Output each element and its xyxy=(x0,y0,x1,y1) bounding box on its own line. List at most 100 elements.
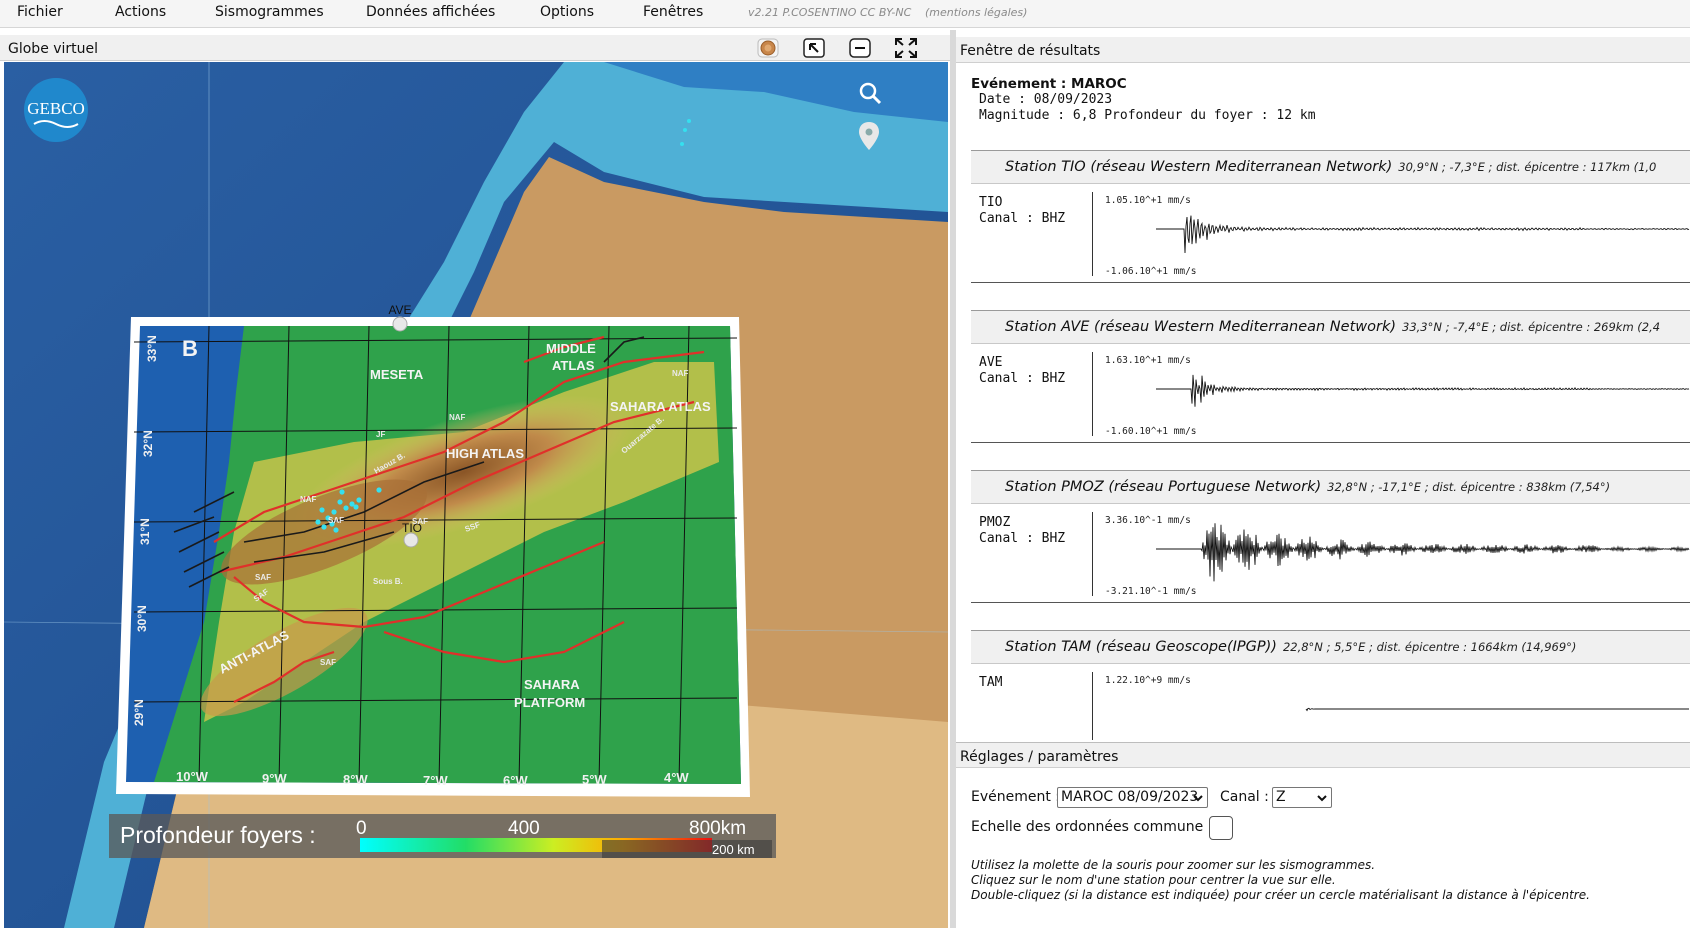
region-middle: MIDDLE xyxy=(546,341,596,356)
station-title-bar[interactable]: Station PMOZ (réseau Portuguese Network)… xyxy=(971,470,1690,504)
help-line: Utilisez la molette de la souris pour zo… xyxy=(971,858,1376,872)
station-code: AVE xyxy=(979,355,1003,370)
virtual-globe[interactable]: GEBCO AVE TIO B MESETA MIDDLE ATLAS SAHA… xyxy=(4,62,948,928)
station-title-bar[interactable]: Station TAM (réseau Geoscope(IPGP)) 22,8°… xyxy=(971,630,1690,664)
legal-link[interactable]: (mentions légales) xyxy=(925,6,1027,19)
menu-sismogrammes[interactable]: Sismogrammes xyxy=(215,4,324,20)
fullscreen-icon[interactable] xyxy=(894,38,918,58)
station-title-bar[interactable]: Station TIO (réseau Western Mediterranea… xyxy=(971,150,1690,184)
region-sahara: SAHARA xyxy=(524,677,580,692)
depth-legend: Profondeur foyers : 0 400 800km 200 km xyxy=(109,814,776,858)
lon-9: 9°W xyxy=(262,771,287,786)
menu-fichier[interactable]: Fichier xyxy=(17,4,63,20)
station-canal: Canal : BHZ xyxy=(979,371,1066,386)
lat-30: 30°N xyxy=(135,605,149,632)
help-line: Double-cliquez (si la distance est indiq… xyxy=(971,888,1590,902)
region-sahara-atlas: SAHARA ATLAS xyxy=(610,399,711,414)
station-marker-ave[interactable]: AVE xyxy=(388,303,411,317)
waveform-line xyxy=(1305,707,1689,712)
seismogram-trace-ave[interactable] xyxy=(1096,350,1690,440)
seismogram-trace-pmoz[interactable] xyxy=(1096,510,1690,600)
lon-5: 5°W xyxy=(582,772,607,787)
menu-donnees-affichees[interactable]: Données affichées xyxy=(366,4,495,20)
lat-31: 31°N xyxy=(138,518,152,545)
fault-ssf: Sous B. xyxy=(373,577,403,586)
depth-legend-title: Profondeur foyers : xyxy=(120,822,316,848)
station-title: Station PMOZ (réseau Portuguese Network)… xyxy=(1005,479,1610,495)
seismogram-trace-tio[interactable] xyxy=(1096,190,1690,280)
settings-panel-header: Réglages / paramètres xyxy=(956,742,1690,768)
event-select-label: Evénement : xyxy=(971,789,1061,805)
chevron-down-icon xyxy=(1193,795,1203,802)
canal-select[interactable]: Z xyxy=(1272,787,1332,808)
event-name: Evénement : MAROC xyxy=(971,76,1127,92)
lon-8: 8°W xyxy=(343,772,368,787)
lon-4: 4°W xyxy=(664,770,689,785)
station-canal: Canal : BHZ xyxy=(979,531,1066,546)
fault-saf-5: SAF xyxy=(328,516,344,525)
station-info: 33,3°N ; -7,4°E ; dist. épicentre : 269k… xyxy=(1402,320,1661,334)
station-title-bar[interactable]: Station AVE (réseau Western Mediterranea… xyxy=(971,310,1690,344)
seismogram-axis xyxy=(1092,512,1093,596)
station-title: Station TIO (réseau Western Mediterranea… xyxy=(1005,159,1656,175)
station-block: Station AVE (réseau Western Mediterranea… xyxy=(971,310,1690,448)
station-block: Station TIO (réseau Western Mediterranea… xyxy=(971,150,1690,288)
globe-texture-icon[interactable] xyxy=(756,38,780,58)
fault-naf-1: NAF xyxy=(449,413,466,422)
results-panel-title: Fenêtre de résultats xyxy=(960,43,1101,59)
globe-panel-title: Globe virtuel xyxy=(8,41,99,57)
select-cursor-icon[interactable] xyxy=(802,38,826,58)
region-atlas: ATLAS xyxy=(552,358,595,373)
event-select-value: MAROC 08/09/2023 xyxy=(1061,789,1199,805)
common-scale-checkbox[interactable] xyxy=(1209,816,1233,840)
depth-legend-max: 800km xyxy=(689,818,746,839)
help-line: Cliquez sur le nom d'une station pour ce… xyxy=(971,873,1336,887)
event-date: Date : 08/09/2023 xyxy=(979,92,1113,107)
region-high-atlas: HIGH ATLAS xyxy=(446,446,524,461)
fault-naf-3: NAF xyxy=(300,495,317,504)
lat-32: 32°N xyxy=(141,430,155,457)
gebco-logo-text: GEBCO xyxy=(27,99,85,118)
station-canal: Canal : BHZ xyxy=(979,211,1066,226)
station-separator xyxy=(971,442,1690,443)
station-code: TIO xyxy=(979,195,1003,210)
panel-letter: B xyxy=(182,336,198,361)
fault-saf-4: SAF xyxy=(320,658,336,667)
settings-panel-title: Réglages / paramètres xyxy=(960,749,1119,765)
menu-fenetres[interactable]: Fenêtres xyxy=(643,4,703,20)
seismogram-axis xyxy=(1092,352,1093,436)
lon-10: 10°W xyxy=(176,769,209,784)
app-window: Fichier Actions Sismogrammes Données aff… xyxy=(0,0,1690,928)
canal-select-label: Canal : xyxy=(1220,789,1269,805)
results-panel-header: Fenêtre de résultats xyxy=(956,37,1690,63)
minimize-icon[interactable] xyxy=(848,38,872,58)
globe-panel-header: Globe virtuel xyxy=(0,35,950,61)
seismogram-axis xyxy=(1092,672,1093,740)
lon-7: 7°W xyxy=(423,773,448,788)
station-separator xyxy=(971,602,1690,603)
event-magnitude: Magnitude : 6,8 Profondeur du foyer : 12… xyxy=(979,108,1316,123)
seismogram-axis xyxy=(1092,192,1093,276)
lat-33: 33°N xyxy=(145,335,159,362)
station-title: Station AVE (réseau Western Mediterranea… xyxy=(1005,319,1660,335)
event-select[interactable]: MAROC 08/09/2023 xyxy=(1057,787,1208,808)
menu-actions[interactable]: Actions xyxy=(115,4,166,20)
seismogram-trace-tam[interactable] xyxy=(1096,670,1690,740)
chevron-down-icon xyxy=(1317,795,1327,802)
station-name: Station TIO (réseau Western Mediterranea… xyxy=(1005,159,1393,175)
common-scale-label: Echelle des ordonnées commune : xyxy=(971,819,1213,835)
results-window[interactable]: Evénement : MAROC Date : 08/09/2023 Magn… xyxy=(956,64,1690,740)
waveform-line xyxy=(1156,374,1690,407)
region-meseta: MESETA xyxy=(370,367,424,382)
station-separator xyxy=(971,282,1690,283)
region-platform: PLATFORM xyxy=(514,695,585,710)
station-title: Station TAM (réseau Geoscope(IPGP)) 22,8°… xyxy=(1005,639,1576,655)
waveform-line xyxy=(1156,523,1690,582)
lon-6: 6°W xyxy=(503,773,528,788)
menu-options[interactable]: Options xyxy=(540,4,594,20)
station-code: TAM xyxy=(979,675,1003,690)
fault-saf-3: SAF xyxy=(412,517,428,526)
inset-map: AVE TIO B MESETA MIDDLE ATLAS SAHARA ATL… xyxy=(116,303,750,797)
settings-panel: Evénement : MAROC 08/09/2023 Canal : Z E… xyxy=(956,769,1690,928)
lat-29: 29°N xyxy=(132,699,146,726)
